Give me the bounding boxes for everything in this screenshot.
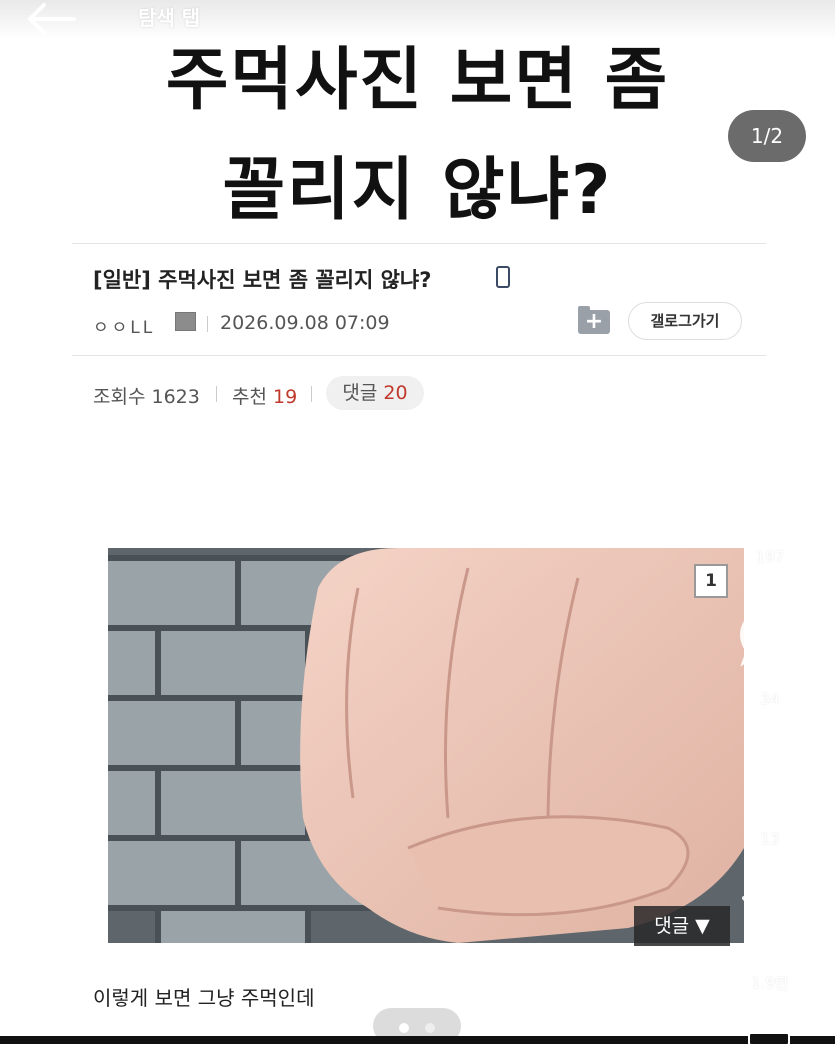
image-comment-button[interactable]: 댓글 ▼ [634, 906, 730, 946]
add-folder-icon[interactable]: + [578, 306, 610, 334]
heart-icon[interactable] [738, 466, 802, 526]
author-badge-icon [175, 312, 196, 331]
bottom-nav-bar [0, 1036, 835, 1044]
recommend-stat: 추천 19 [232, 382, 297, 409]
like-count: 197 [755, 548, 785, 566]
comment-bubble-icon[interactable] [738, 606, 802, 667]
comment-label: 댓글 [342, 382, 378, 404]
author-name[interactable]: ㅇㅇLL [93, 313, 155, 338]
plus-glyph: + [584, 309, 604, 334]
send-icon[interactable] [738, 890, 802, 950]
separator [207, 316, 208, 332]
headline-line-1: 주먹사진 보면 좀 [165, 41, 670, 120]
mobile-icon [496, 266, 510, 288]
recommend-label: 추천 [232, 386, 267, 408]
share-count: 13 [760, 830, 780, 848]
post-image[interactable] [108, 548, 744, 943]
divider [72, 243, 766, 244]
post-title: [일반] 주먹사진 보면 좀 꼴리지 않냐? [93, 268, 432, 292]
page-indicator: 1/2 [728, 110, 806, 162]
send-count: 1.9만 [751, 974, 789, 992]
carousel-dot [425, 1023, 435, 1033]
image-number-badge: 1 [694, 564, 728, 598]
divider [72, 355, 766, 356]
separator [216, 386, 217, 402]
comment-count: 20 [383, 382, 408, 404]
repost-icon[interactable] [738, 746, 802, 806]
comment-count-rail: 34 [760, 690, 780, 708]
post-caption: 이렇게 보면 그냥 주먹인데 [93, 986, 315, 1010]
gallog-button[interactable]: 갤로그가기 [628, 302, 742, 340]
comment-pill[interactable]: 댓글 20 [326, 376, 424, 410]
post-date: 2026.09.08 07:09 [220, 312, 390, 334]
headline-line-2: 꼴리지 않냐? [222, 151, 613, 230]
separator [311, 386, 312, 402]
carousel-dot-active [399, 1023, 409, 1033]
recommend-count: 19 [273, 386, 298, 408]
view-count: 조회수 1623 [93, 386, 200, 408]
